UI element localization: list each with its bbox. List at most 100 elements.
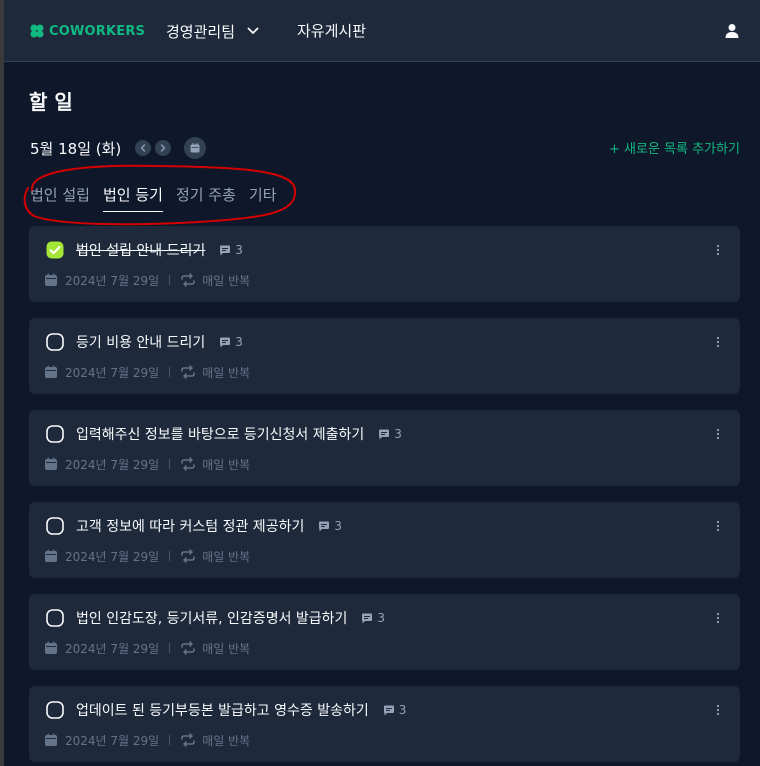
calendar-small-icon bbox=[45, 641, 57, 654]
chevron-right-icon bbox=[161, 144, 166, 152]
checkbox-checked-icon[interactable] bbox=[46, 241, 64, 259]
next-date-button[interactable] bbox=[155, 140, 172, 156]
kebab-menu-icon[interactable] bbox=[716, 336, 720, 348]
chevron-left-icon bbox=[140, 144, 146, 152]
task-date: 2024년 7월 29일 bbox=[65, 273, 160, 288]
comment-count-value: 3 bbox=[334, 519, 342, 533]
task-card[interactable]: 고객 정보에 따라 커스텀 정관 제공하기 3 2024년 7월 29일 매일 … bbox=[29, 502, 740, 578]
comment-icon bbox=[383, 705, 394, 715]
tab-other[interactable]: 기타 bbox=[249, 184, 277, 212]
task-meta: 2024년 7월 29일 매일 반복 bbox=[44, 456, 250, 472]
kebab-menu-icon[interactable] bbox=[716, 520, 720, 532]
comment-icon bbox=[220, 337, 231, 347]
add-list-button[interactable]: + 새로운 목록 추가하기 bbox=[609, 138, 740, 157]
kebab-menu-icon[interactable] bbox=[716, 612, 720, 624]
task-card[interactable]: 업데이트 된 등기부등본 발급하고 영수증 발송하기 3 2024년 7월 29… bbox=[29, 686, 740, 762]
task-card[interactable]: 등기 비용 안내 드리기 3 2024년 7월 29일 매일 반복 bbox=[29, 318, 740, 394]
task-repeat: 매일 반복 bbox=[202, 457, 251, 472]
page-title: 할 일 bbox=[29, 90, 73, 114]
comment-count-value: 3 bbox=[394, 427, 402, 441]
meta-divider bbox=[169, 275, 171, 285]
tab-corporate-setup[interactable]: 법인 설립 bbox=[30, 184, 90, 212]
team-name: 경영관리팀 bbox=[166, 22, 236, 41]
task-repeat: 매일 반복 bbox=[202, 733, 251, 748]
repeat-icon bbox=[181, 365, 195, 379]
prev-date-button[interactable] bbox=[135, 140, 152, 156]
comment-count-value: 3 bbox=[377, 611, 386, 625]
comment-count: 3 bbox=[219, 335, 243, 349]
user-icon[interactable] bbox=[724, 23, 740, 39]
comment-count-value: 3 bbox=[235, 243, 243, 257]
task-date: 2024년 7월 29일 bbox=[65, 365, 160, 380]
comment-count-value: 3 bbox=[235, 335, 243, 349]
checkbox-icon[interactable] bbox=[46, 609, 64, 627]
logo-text: COWORKERS bbox=[49, 23, 146, 39]
window-edge bbox=[0, 0, 4, 766]
repeat-icon bbox=[181, 273, 195, 287]
task-title-row: 업데이트 된 등기부등본 발급하고 영수증 발송하기 3 bbox=[76, 700, 406, 720]
calendar-small-icon bbox=[45, 273, 57, 286]
logo[interactable]: COWORKERS bbox=[30, 22, 145, 40]
comment-count: 3 bbox=[378, 427, 402, 441]
task-date: 2024년 7월 29일 bbox=[65, 549, 160, 564]
task-title[interactable]: 등기 비용 안내 드리기 bbox=[76, 332, 205, 352]
checkbox-icon[interactable] bbox=[46, 333, 64, 351]
meta-divider bbox=[169, 367, 171, 377]
calendar-button[interactable] bbox=[184, 137, 207, 159]
comment-icon bbox=[319, 521, 330, 531]
date-row: 5월 18일 (화) bbox=[30, 137, 207, 159]
task-title-row: 법인 인감도장, 등기서류, 인감증명서 발급하기 3 bbox=[76, 608, 385, 628]
task-date: 2024년 7월 29일 bbox=[65, 733, 160, 748]
task-title[interactable]: 고객 정보에 따라 커스텀 정관 제공하기 bbox=[76, 516, 304, 536]
kebab-menu-icon[interactable] bbox=[716, 428, 720, 440]
task-card[interactable]: 입력해주신 정보를 바탕으로 등기신청서 제출하기 3 2024년 7월 29일… bbox=[29, 410, 740, 486]
comment-count: 3 bbox=[361, 611, 385, 625]
comment-icon bbox=[362, 613, 373, 623]
chevron-down-icon bbox=[247, 27, 259, 34]
task-card[interactable]: 법인 설립 안내 드리기 3 2024년 7월 29일 매일 반복 bbox=[29, 226, 740, 302]
task-date: 2024년 7월 29일 bbox=[65, 457, 160, 472]
top-navigation: COWORKERS 경영관리팀 자유게시판 bbox=[4, 0, 760, 62]
task-repeat: 매일 반복 bbox=[202, 549, 251, 564]
comment-count-value: 3 bbox=[398, 703, 407, 717]
task-repeat: 매일 반복 bbox=[202, 641, 251, 656]
calendar-icon bbox=[190, 143, 200, 153]
comment-count: 3 bbox=[383, 703, 407, 717]
comment-icon bbox=[220, 245, 231, 255]
comment-count: 3 bbox=[318, 519, 342, 533]
logo-icon bbox=[30, 24, 44, 38]
checkbox-icon[interactable] bbox=[46, 517, 64, 535]
task-title-row: 법인 설립 안내 드리기 3 bbox=[76, 240, 243, 260]
tab-corporate-registration[interactable]: 법인 등기 bbox=[102, 184, 163, 212]
task-title[interactable]: 업데이트 된 등기부등본 발급하고 영수증 발송하기 bbox=[76, 700, 369, 720]
board-link[interactable]: 자유게시판 bbox=[297, 20, 366, 42]
task-repeat: 매일 반복 bbox=[202, 365, 251, 380]
calendar-small-icon bbox=[45, 733, 57, 746]
comment-icon bbox=[379, 429, 390, 439]
meta-divider bbox=[169, 735, 171, 745]
task-title[interactable]: 법인 설립 안내 드리기 bbox=[76, 240, 205, 260]
tab-general-meeting[interactable]: 정기 주총 bbox=[176, 184, 236, 212]
meta-divider bbox=[169, 643, 171, 653]
task-date: 2024년 7월 29일 bbox=[65, 641, 160, 656]
meta-divider bbox=[169, 459, 171, 469]
current-date: 5월 18일 (화) bbox=[30, 139, 122, 158]
repeat-icon bbox=[181, 457, 195, 471]
task-meta: 2024년 7월 29일 매일 반복 bbox=[44, 640, 250, 656]
task-title[interactable]: 법인 인감도장, 등기서류, 인감증명서 발급하기 bbox=[76, 608, 347, 628]
comment-count: 3 bbox=[219, 243, 243, 257]
calendar-small-icon bbox=[45, 457, 57, 470]
task-title-row: 고객 정보에 따라 커스텀 정관 제공하기 3 bbox=[76, 516, 342, 536]
meta-divider bbox=[169, 551, 171, 561]
team-selector[interactable]: 경영관리팀 bbox=[166, 20, 259, 42]
kebab-menu-icon[interactable] bbox=[716, 704, 720, 716]
task-meta: 2024년 7월 29일 매일 반복 bbox=[44, 732, 250, 748]
checkbox-icon[interactable] bbox=[46, 701, 64, 719]
task-title[interactable]: 입력해주신 정보를 바탕으로 등기신청서 제출하기 bbox=[76, 424, 364, 444]
repeat-icon bbox=[181, 549, 195, 563]
task-card[interactable]: 법인 인감도장, 등기서류, 인감증명서 발급하기 3 2024년 7월 29일… bbox=[29, 594, 740, 670]
checkbox-icon[interactable] bbox=[46, 425, 64, 443]
kebab-menu-icon[interactable] bbox=[716, 244, 720, 256]
calendar-small-icon bbox=[45, 365, 57, 378]
task-repeat: 매일 반복 bbox=[202, 273, 251, 288]
